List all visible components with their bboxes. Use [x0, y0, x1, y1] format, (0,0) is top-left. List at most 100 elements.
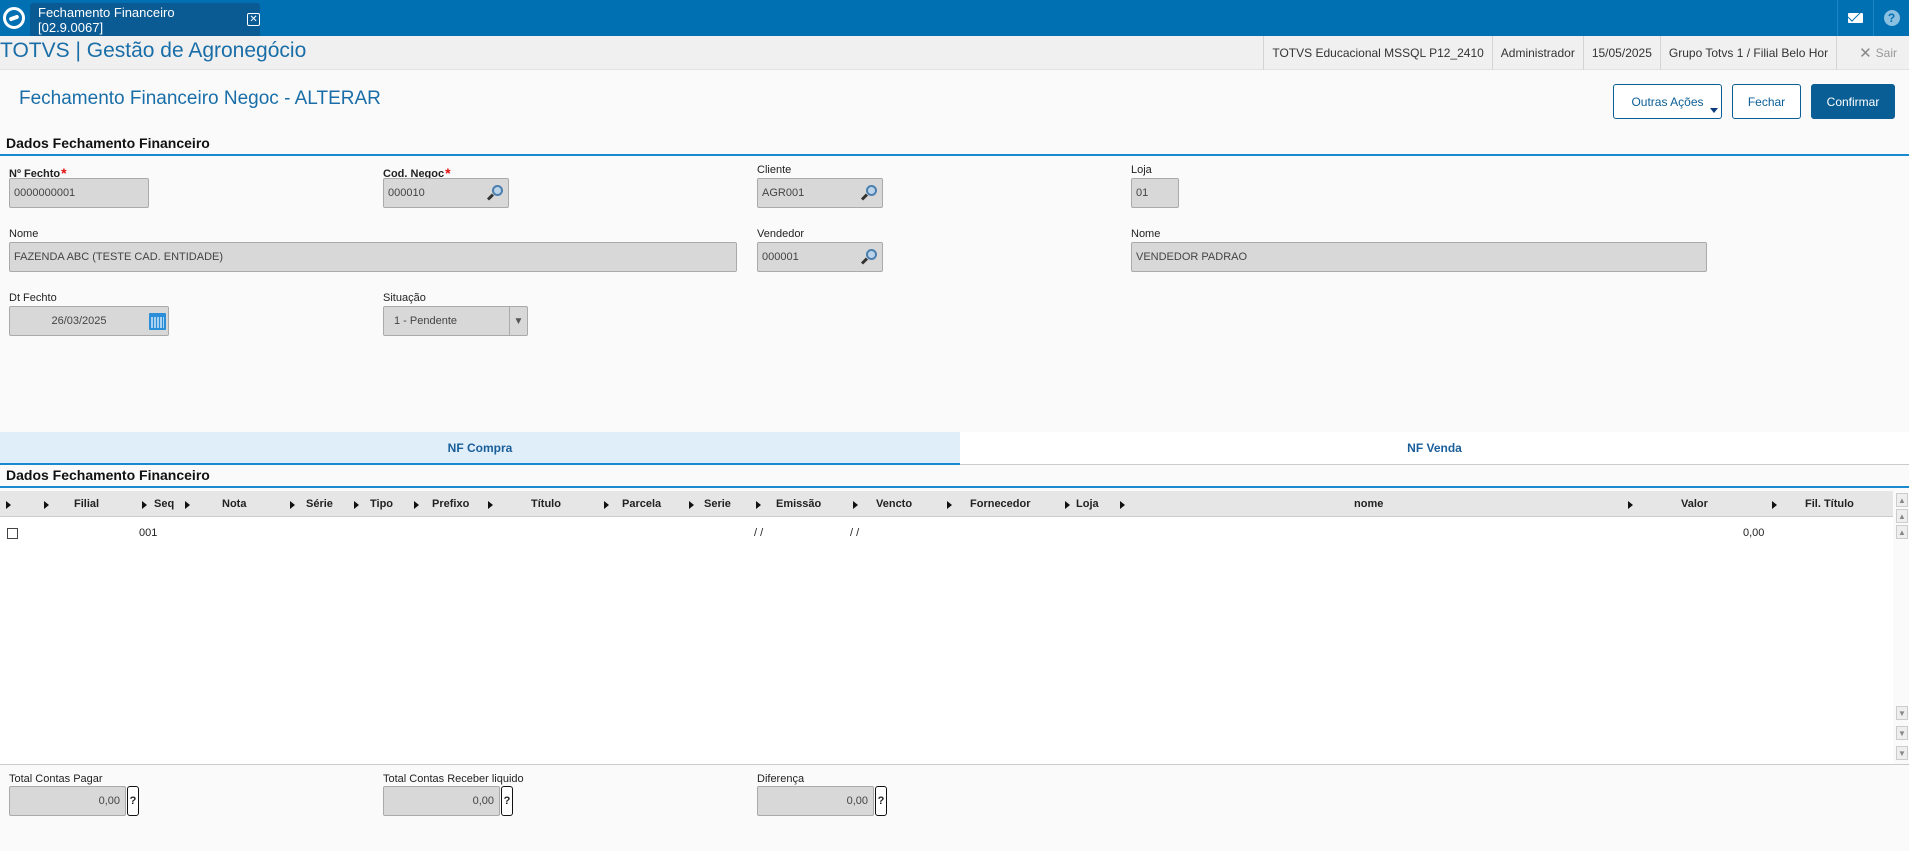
col-vencto[interactable]: Vencto — [876, 491, 912, 517]
close-icon[interactable]: ✕ — [247, 13, 260, 26]
col-fornecedor[interactable]: Fornecedor — [970, 491, 1031, 517]
dt-fechto-label: Dt Fechto — [9, 292, 57, 304]
scroll-down-icon[interactable]: ▼ — [1896, 706, 1908, 720]
sort-icon[interactable] — [604, 501, 609, 509]
chevron-down-icon[interactable]: ▼ — [509, 307, 527, 335]
top-tab-bar: Fechamento Financeiro [02.9.0067] ✕ ? — [0, 0, 1909, 36]
loja-label: Loja — [1131, 164, 1152, 176]
window-tab-label: Fechamento Financeiro [02.9.0067] — [38, 4, 175, 35]
nome-cliente-label: Nome — [9, 228, 39, 240]
col-titulo[interactable]: Título — [531, 491, 561, 517]
total-receber-label: Total Contas Receber liquido — [383, 773, 524, 785]
app-title: TOTVS | Gestão de Agronegócio — [0, 39, 307, 62]
footer-divider — [0, 764, 1909, 765]
scroll-bottom-icon[interactable]: ▼ — [1896, 746, 1908, 760]
scroll-page-up-icon[interactable]: ▲ — [1896, 509, 1908, 523]
branch-info: Grupo Totvs 1 / Filial Belo Hor — [1659, 36, 1836, 70]
window-tab[interactable]: Fechamento Financeiro [02.9.0067] ✕ — [30, 3, 260, 36]
scroll-top-icon[interactable]: ▲ — [1896, 493, 1908, 507]
cell-seq: 001 — [139, 527, 158, 539]
grid-scrollbar[interactable]: ▲ ▲ ▲ ▼ ▼ ▼ — [1895, 491, 1909, 764]
sort-icon[interactable] — [1628, 501, 1633, 509]
col-serie2[interactable]: Serie — [704, 491, 731, 517]
col-loja[interactable]: Loja — [1076, 491, 1099, 517]
nome-vendedor-label: Nome — [1131, 228, 1161, 240]
sort-icon[interactable] — [1065, 501, 1070, 509]
col-valor[interactable]: Valor — [1681, 491, 1708, 517]
environment-info: TOTVS Educacional MSSQL P12_2410 — [1263, 36, 1491, 70]
sort-icon[interactable] — [853, 501, 858, 509]
date-info: 15/05/2025 — [1582, 36, 1660, 70]
other-actions-label: Outras Ações — [1631, 94, 1704, 109]
sort-icon[interactable] — [290, 501, 295, 509]
sort-icon[interactable] — [488, 501, 493, 509]
search-icon[interactable] — [860, 185, 877, 201]
sort-icon[interactable] — [185, 501, 190, 509]
search-icon[interactable] — [486, 185, 503, 201]
tab-nf-compra[interactable]: NF Compra — [0, 432, 960, 465]
sort-icon[interactable] — [354, 501, 359, 509]
exit-button[interactable]: ✕ Sair — [1836, 36, 1909, 70]
other-actions-button[interactable]: Outras Ações — [1613, 84, 1722, 119]
diferenca-field[interactable]: 0,00 — [757, 786, 874, 816]
loja-field[interactable]: 01 — [1131, 178, 1179, 208]
section-title: Dados Fechamento Financeiro — [6, 467, 210, 483]
sort-icon[interactable] — [1772, 501, 1777, 509]
scroll-page-down-icon[interactable]: ▼ — [1896, 726, 1908, 740]
tab-nf-venda[interactable]: NF Venda — [960, 432, 1909, 465]
sort-icon[interactable] — [44, 501, 49, 509]
dt-fechto-field[interactable]: 26/03/2025 — [9, 306, 169, 336]
col-seq[interactable]: Seq — [154, 491, 174, 517]
total-pagar-label: Total Contas Pagar — [9, 773, 103, 785]
total-pagar-field[interactable]: 0,00 — [9, 786, 126, 816]
help-icon[interactable]: ? — [1873, 0, 1909, 36]
totvs-logo-icon — [0, 0, 28, 36]
cliente-field[interactable]: AGR001 — [757, 178, 883, 208]
total-receber-field[interactable]: 0,00 — [383, 786, 500, 816]
col-filial[interactable]: Filial — [74, 491, 99, 517]
confirm-button[interactable]: Confirmar — [1811, 84, 1895, 119]
col-fil-titulo[interactable]: Fil. Título — [1805, 491, 1854, 517]
data-grid: Filial Seq Nota Série Tipo Prefixo Títul… — [0, 491, 1893, 764]
sort-icon[interactable] — [6, 501, 11, 509]
n-fechto-field[interactable]: 0000000001 — [9, 178, 149, 208]
page-title: Fechamento Financeiro Negoc - ALTERAR — [19, 88, 381, 109]
col-parcela[interactable]: Parcela — [622, 491, 661, 517]
nome-vendedor-field[interactable]: VENDEDOR PADRAO — [1131, 242, 1707, 272]
cell-emissao: / / — [754, 527, 764, 539]
cod-negoc-field[interactable]: 000010 — [383, 178, 509, 208]
col-emissao[interactable]: Emissão — [776, 491, 821, 517]
col-tipo[interactable]: Tipo — [370, 491, 393, 517]
sort-icon[interactable] — [142, 501, 147, 509]
close-button[interactable]: Fechar — [1732, 84, 1801, 119]
diferenca-label: Diferença — [757, 773, 805, 785]
sort-icon[interactable] — [1120, 501, 1125, 509]
help-icon[interactable]: ? — [501, 786, 513, 816]
row-checkbox[interactable] — [7, 528, 18, 539]
exit-label: Sair — [1875, 46, 1897, 60]
header-bar: TOTVS | Gestão de Agronegócio TOTVS Educ… — [0, 36, 1909, 70]
scroll-up-icon[interactable]: ▲ — [1896, 525, 1908, 539]
sort-icon[interactable] — [414, 501, 419, 509]
col-nota[interactable]: Nota — [222, 491, 246, 517]
situacao-select[interactable]: 1 - Pendente ▼ — [383, 306, 528, 336]
sort-icon[interactable] — [689, 501, 694, 509]
vendedor-field[interactable]: 000001 — [757, 242, 883, 272]
help-icon[interactable]: ? — [127, 786, 139, 816]
calendar-icon[interactable] — [149, 313, 166, 330]
nome-cliente-field[interactable]: FAZENDA ABC (TESTE CAD. ENTIDADE) — [9, 242, 737, 272]
sort-icon[interactable] — [756, 501, 761, 509]
cell-vencto: / / — [850, 527, 860, 539]
grid-header: Filial Seq Nota Série Tipo Prefixo Títul… — [0, 491, 1893, 517]
situacao-label: Situação — [383, 292, 426, 304]
mail-icon[interactable] — [1837, 0, 1873, 36]
cell-valor: 0,00 — [1743, 527, 1765, 539]
col-nome[interactable]: nome — [1354, 491, 1383, 517]
section-title: Dados Fechamento Financeiro — [6, 135, 210, 151]
search-icon[interactable] — [860, 249, 877, 265]
col-serie[interactable]: Série — [306, 491, 333, 517]
sort-icon[interactable] — [947, 501, 952, 509]
col-prefixo[interactable]: Prefixo — [432, 491, 469, 517]
section-divider — [0, 154, 1909, 156]
help-icon[interactable]: ? — [875, 786, 887, 816]
